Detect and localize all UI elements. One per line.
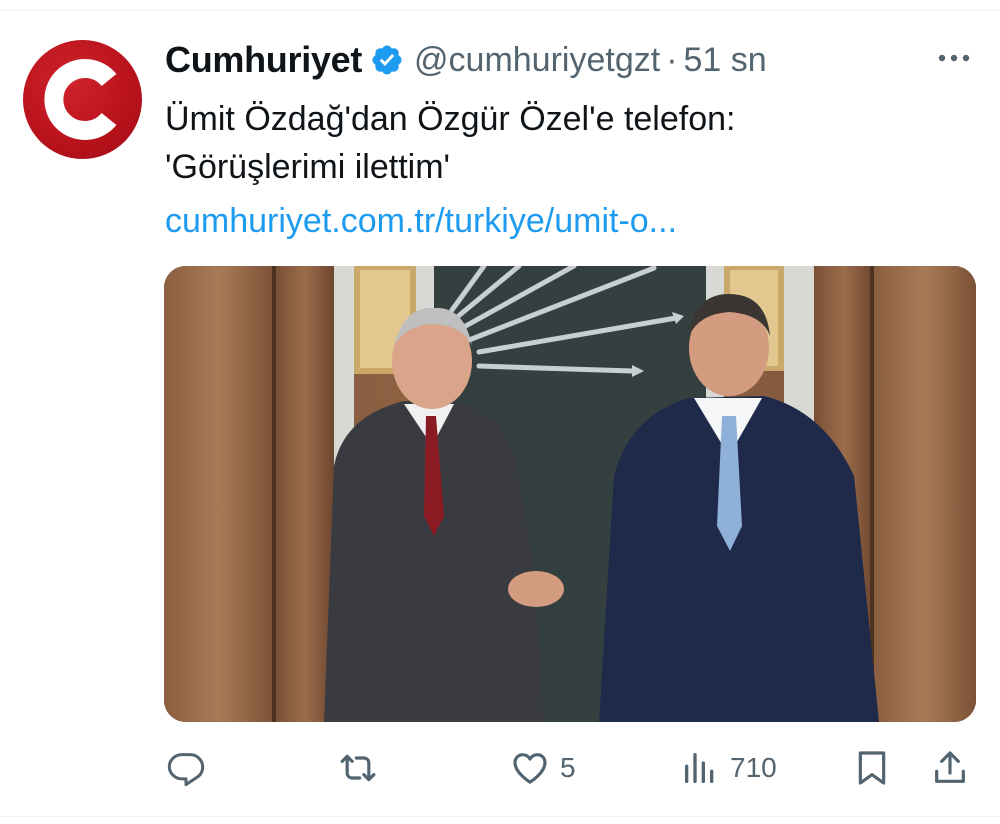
cumhuriyet-avatar[interactable]	[23, 40, 142, 159]
views-count: 710	[730, 752, 777, 783]
reply-icon	[167, 753, 205, 787]
tweet-actions: 5 710	[0, 740, 1000, 796]
handshake-photo	[164, 266, 976, 722]
timestamp[interactable]: 51 sn	[684, 41, 767, 80]
cumhuriyet-logo-icon	[44, 59, 117, 140]
tweet-photo[interactable]	[164, 266, 976, 722]
tweet-text-line: Ümit Özdağ'dan Özgür Özel'e telefon:	[165, 100, 736, 138]
reply-button[interactable]	[166, 740, 216, 796]
like-icon	[513, 753, 547, 784]
bookmark-icon	[858, 751, 886, 785]
tweet-text: Ümit Özdağ'dan Özgür Özel'e telefon: 'Gö…	[165, 95, 965, 191]
share-button[interactable]	[930, 740, 970, 796]
verified-badge-icon	[372, 45, 402, 75]
author-name[interactable]: Cumhuriyet	[165, 39, 362, 81]
separator-dot: ·	[666, 40, 678, 79]
views-icon	[685, 753, 714, 783]
retweet-button[interactable]	[338, 740, 388, 796]
retweet-icon	[340, 754, 376, 782]
bottom-divider	[0, 816, 1000, 817]
author-handle[interactable]: @cumhuriyetgzt	[414, 41, 660, 80]
more-icon[interactable]	[934, 44, 974, 72]
tweet-link[interactable]: cumhuriyet.com.tr/turkiye/umit-o...	[165, 197, 677, 245]
views-button[interactable]: 710	[680, 740, 777, 796]
tweet-header: Cumhuriyet @cumhuriyetgzt · 51 sn	[165, 38, 767, 82]
tweet-text-line: 'Görüşlerimi ilettim'	[165, 148, 451, 186]
like-count: 5	[560, 752, 576, 783]
like-button[interactable]: 5	[510, 740, 576, 796]
share-icon	[935, 751, 965, 783]
bookmark-button[interactable]	[852, 740, 892, 796]
top-divider	[0, 0, 1000, 11]
